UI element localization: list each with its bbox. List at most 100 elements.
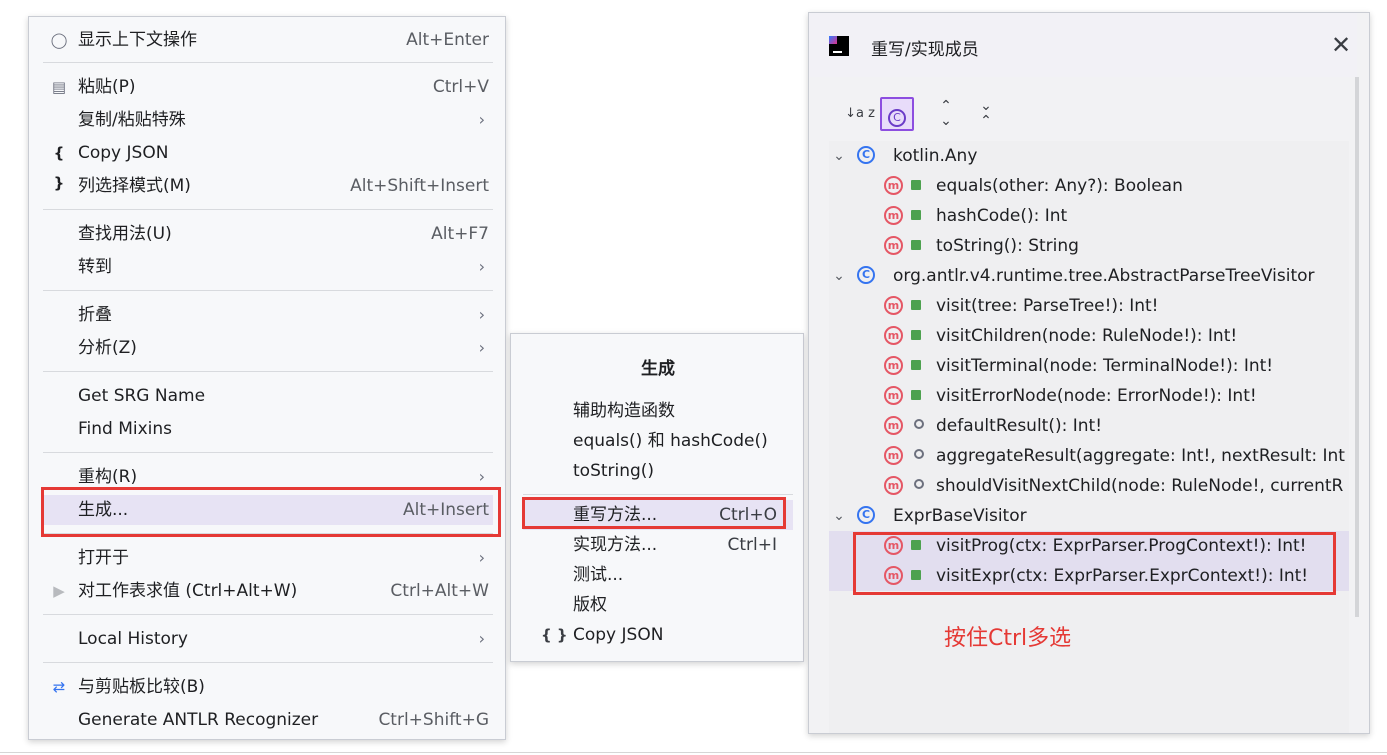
menu-item-find-usages[interactable]: 查找用法(U) Alt+F7 <box>43 219 493 249</box>
chevron-right-icon: › <box>478 110 485 129</box>
override-members-dialog: 重写/实现成员 ✕ ↓a z C ⌃ ⌄ ⌄ ⌃ ⌄ C kotlin.Any m … <box>808 12 1370 734</box>
tree-method-row[interactable]: m hashCode(): Int <box>829 201 1349 231</box>
gen-item-tostring[interactable]: toString() <box>523 456 793 486</box>
method-icon: m <box>884 236 903 255</box>
protected-key-icon <box>914 479 924 489</box>
chevron-right-icon: › <box>478 257 485 276</box>
menu-item-goto[interactable]: 转到 › <box>43 252 493 282</box>
lightbulb-icon: ◯ <box>50 31 68 49</box>
tree-method-row-selected[interactable]: m visitProg(ctx: ExprParser.ProgContext!… <box>829 531 1349 561</box>
method-icon: m <box>884 356 903 375</box>
tree-group-abstract-parse-tree-visitor[interactable]: ⌄ C org.antlr.v4.runtime.tree.AbstractPa… <box>829 261 1349 291</box>
tree-method-row[interactable]: m visitTerminal(node: TerminalNode!): In… <box>829 351 1349 381</box>
class-icon: C <box>857 146 875 164</box>
protected-key-icon <box>914 419 924 429</box>
method-icon: m <box>884 206 903 225</box>
gen-item-implement-methods[interactable]: 实现方法... Ctrl+I <box>523 530 793 560</box>
expand-all-icon[interactable]: ⌃ ⌄ <box>929 97 963 133</box>
chevron-right-icon: › <box>478 338 485 357</box>
tree-group-kotlin-any[interactable]: ⌄ C kotlin.Any <box>829 141 1349 171</box>
public-lock-icon <box>911 210 921 220</box>
gen-item-override-methods[interactable]: 重写方法... Ctrl+O <box>523 500 793 530</box>
dialog-header: 重写/实现成员 ✕ <box>809 13 1357 77</box>
public-lock-icon <box>911 330 921 340</box>
separator <box>43 62 493 63</box>
public-lock-icon <box>911 540 921 550</box>
dialog-scrollbar[interactable] <box>1355 77 1359 617</box>
chevron-right-icon: › <box>478 629 485 648</box>
dialog-title: 重写/实现成员 <box>871 40 979 60</box>
method-icon: m <box>884 476 903 495</box>
method-icon: m <box>884 446 903 465</box>
menu-item-generate[interactable]: 生成... Alt+Insert <box>43 495 493 525</box>
method-icon: m <box>884 296 903 315</box>
separator <box>43 533 493 534</box>
tree-method-row[interactable]: m shouldVisitNextChild(node: RuleNode!, … <box>829 471 1349 501</box>
method-icon: m <box>884 536 903 555</box>
tree-method-row[interactable]: m aggregateResult(aggregate: Int!, nextR… <box>829 441 1349 471</box>
menu-item-generate-antlr[interactable]: Generate ANTLR Recognizer Ctrl+Shift+G <box>43 705 493 735</box>
gen-item-secondary-constructor[interactable]: 辅助构造函数 <box>523 396 793 426</box>
gen-item-equals-hashcode[interactable]: equals() 和 hashCode() <box>523 426 793 456</box>
class-icon: C <box>857 506 875 524</box>
separator <box>43 662 493 663</box>
tree-method-row-selected[interactable]: m visitExpr(ctx: ExprParser.ExprContext!… <box>829 561 1349 591</box>
tree-method-row[interactable]: m equals(other: Any?): Boolean <box>829 171 1349 201</box>
intellij-logo-icon <box>829 36 849 56</box>
tree-method-row[interactable]: m toString(): String <box>829 231 1349 261</box>
close-icon[interactable]: ✕ <box>1331 31 1351 59</box>
context-menu: ◯ 显示上下文操作 Alt+Enter ▤ 粘贴(P) Ctrl+V 复制/粘贴… <box>28 16 506 740</box>
method-icon: m <box>884 416 903 435</box>
menu-item-get-srg-name[interactable]: Get SRG Name <box>43 381 493 411</box>
show-classes-icon[interactable]: C <box>880 97 914 131</box>
class-icon: C <box>857 266 875 284</box>
menu-item-paste[interactable]: ▤ 粘贴(P) Ctrl+V <box>43 72 493 102</box>
gen-item-copy-json[interactable]: { } Copy JSON <box>523 620 793 650</box>
collapse-all-icon[interactable]: ⌄ ⌃ <box>969 97 1003 133</box>
menu-item-copy-paste-special[interactable]: 复制/粘贴特殊 › <box>43 105 493 135</box>
tree-method-row[interactable]: m visit(tree: ParseTree!): Int! <box>829 291 1349 321</box>
menu-item-refactor[interactable]: 重构(R) › <box>43 462 493 492</box>
tree-method-row[interactable]: m visitChildren(node: RuleNode!): Int! <box>829 321 1349 351</box>
gen-item-copyright[interactable]: 版权 <box>523 590 793 620</box>
menu-item-compare-clipboard[interactable]: ⇄ 与剪贴板比较(B) <box>43 672 493 702</box>
menu-item-column-selection[interactable]: 列选择模式(M) Alt+Shift+Insert <box>43 171 493 201</box>
public-lock-icon <box>911 570 921 580</box>
tree-method-row[interactable]: m defaultResult(): Int! <box>829 411 1349 441</box>
sort-alphabetically-icon[interactable]: ↓a z <box>843 97 877 131</box>
tree-group-expr-base-visitor[interactable]: ⌄ C ExprBaseVisitor <box>829 501 1349 531</box>
menu-item-open-in[interactable]: 打开于 › <box>43 543 493 573</box>
braces-icon: { } <box>541 626 568 644</box>
separator <box>43 614 493 615</box>
method-icon: m <box>884 176 903 195</box>
generate-menu-title: 生成 <box>641 359 675 379</box>
separator <box>43 452 493 453</box>
separator <box>43 290 493 291</box>
menu-item-find-mixins[interactable]: Find Mixins <box>43 414 493 444</box>
chevron-down-icon[interactable]: ⌄ <box>829 261 849 291</box>
menu-item-analyze[interactable]: 分析(Z) › <box>43 333 493 363</box>
chevron-down-icon[interactable]: ⌄ <box>829 501 849 531</box>
compare-clipboard-icon: ⇄ <box>52 678 66 696</box>
separator <box>43 371 493 372</box>
public-lock-icon <box>911 180 921 190</box>
clipboard-icon: ▤ <box>51 78 67 96</box>
menu-item-copy-json[interactable]: { } Copy JSON <box>43 138 493 192</box>
menu-item-evaluate-worksheet[interactable]: ▶ 对工作表求值 (Ctrl+Alt+W) Ctrl+Alt+W <box>43 576 493 606</box>
chevron-down-icon[interactable]: ⌄ <box>829 141 849 171</box>
method-icon: m <box>884 566 903 585</box>
menu-item-folding[interactable]: 折叠 › <box>43 300 493 330</box>
braces-icon: { } <box>53 144 65 192</box>
menu-item-local-history[interactable]: Local History › <box>43 624 493 654</box>
class-toggle-glyph: C <box>888 109 906 127</box>
separator <box>43 209 493 210</box>
gen-item-test[interactable]: 测试... <box>523 560 793 590</box>
public-lock-icon <box>911 360 921 370</box>
bottom-divider <box>0 752 1387 753</box>
protected-key-icon <box>914 449 924 459</box>
menu-item-show-context-actions[interactable]: ◯ 显示上下文操作 Alt+Enter <box>43 25 493 55</box>
separator <box>523 494 793 495</box>
chevron-right-icon: › <box>478 305 485 324</box>
method-icon: m <box>884 386 903 405</box>
tree-method-row[interactable]: m visitErrorNode(node: ErrorNode!): Int! <box>829 381 1349 411</box>
